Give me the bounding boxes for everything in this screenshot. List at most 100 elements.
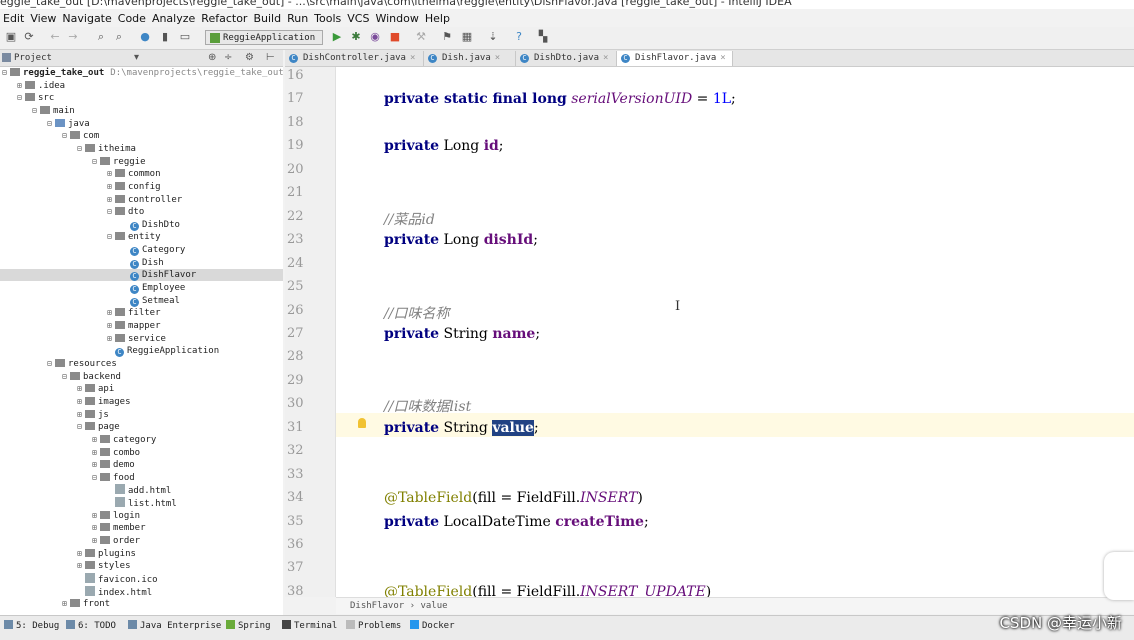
expand-icon[interactable]: ⊞ xyxy=(92,535,100,547)
expand-icon[interactable]: ⊞ xyxy=(77,560,85,572)
structure-icon[interactable]: ▮ xyxy=(158,30,172,44)
tree-node[interactable]: list.html xyxy=(0,497,283,509)
code-line[interactable]: private String value; xyxy=(384,419,539,436)
menu-vcs[interactable]: VCS xyxy=(344,9,372,25)
tree-node[interactable]: C Employee xyxy=(0,282,283,295)
editor-tab[interactable]: C DishFlavor.java × xyxy=(617,51,733,66)
close-icon[interactable]: × xyxy=(495,53,500,63)
tree-node[interactable]: ⊞ js xyxy=(0,409,283,421)
redo-icon[interactable]: → xyxy=(66,30,80,44)
tool-tab-java-enterprise[interactable]: Java Enterprise xyxy=(128,620,221,631)
tree-node[interactable]: ⊟ page xyxy=(0,421,283,433)
gear-icon[interactable]: ⚙ xyxy=(245,52,254,63)
tool-tab-debug[interactable]: 5: Debug xyxy=(4,620,59,631)
collapse-icon[interactable]: ⊟ xyxy=(77,143,85,155)
save-icon[interactable]: ▣ xyxy=(4,30,18,44)
code-line[interactable]: private Long dishId; xyxy=(384,232,538,248)
project-panel-title[interactable]: Project xyxy=(14,53,52,63)
tree-node[interactable]: C DishDto xyxy=(0,219,283,231)
expand-icon[interactable]: ⊞ xyxy=(92,434,100,446)
intention-bulb-icon[interactable] xyxy=(358,418,366,428)
expand-icon[interactable]: ⊞ xyxy=(92,459,100,471)
tool-tab-spring[interactable]: Spring xyxy=(226,620,271,631)
tool-tab-docker[interactable]: Docker xyxy=(410,620,455,631)
tree-node[interactable]: ⊞ styles xyxy=(0,560,283,572)
collapse-icon[interactable]: ⊟ xyxy=(77,421,85,433)
update-icon[interactable]: ⇣ xyxy=(486,30,500,44)
menu-code[interactable]: Code xyxy=(115,9,149,25)
tree-node[interactable]: ⊞ member xyxy=(0,522,283,534)
tree-node[interactable]: ⊞ config xyxy=(0,181,283,193)
locate-icon[interactable]: ⊕ xyxy=(208,52,216,63)
tree-node[interactable]: ⊞ api xyxy=(0,383,283,395)
editor-tab[interactable]: C Dish.java × xyxy=(424,51,516,66)
tree-node[interactable]: ⊟ entity xyxy=(0,231,283,243)
collapse-icon[interactable]: ⊟ xyxy=(2,67,10,79)
debug-icon[interactable]: ✱ xyxy=(349,30,363,44)
jrebel-icon[interactable]: ▚ xyxy=(536,30,550,44)
editor-tab[interactable]: C DishController.java × xyxy=(285,51,424,66)
code-line[interactable]: @TableField(fill = FieldFill.INSERT) xyxy=(384,490,643,506)
tree-node[interactable]: ⊞ mapper xyxy=(0,320,283,332)
run-configuration-select[interactable]: ReggieApplication ▾ xyxy=(205,30,323,58)
tree-node[interactable]: ⊟ itheima xyxy=(0,143,283,155)
tree-node[interactable]: favicon.ico xyxy=(0,573,283,585)
tool-tab-todo[interactable]: 6: TODO xyxy=(66,620,116,631)
tree-node[interactable]: C ReggieApplication xyxy=(0,345,283,358)
collapse-icon[interactable]: ⊟ xyxy=(107,206,115,218)
tree-node[interactable]: ⊞ login xyxy=(0,510,283,522)
expand-icon[interactable]: ⊞ xyxy=(107,333,115,345)
project-structure-icon[interactable]: ▭ xyxy=(178,30,192,44)
menu-build[interactable]: Build xyxy=(250,9,284,25)
menu-analyze[interactable]: Analyze xyxy=(149,9,198,25)
expand-icon[interactable]: ⊞ xyxy=(92,510,100,522)
tree-node[interactable]: ⊞ plugins xyxy=(0,548,283,560)
tree-node[interactable]: index.html xyxy=(0,585,283,598)
replace-icon[interactable]: ⌕ xyxy=(112,30,126,44)
run-icon[interactable]: ▶ xyxy=(330,30,344,44)
collapse-icon[interactable]: ⊟ xyxy=(92,472,100,484)
expand-icon[interactable]: ⊞ xyxy=(107,307,115,319)
menu-view[interactable]: View xyxy=(27,9,59,25)
code-line[interactable]: //口味名称 xyxy=(384,303,449,323)
code-line[interactable]: private Long id; xyxy=(384,138,504,154)
chevron-down-icon[interactable]: ▾ xyxy=(134,52,139,63)
editor-tab[interactable]: C DishDto.java × xyxy=(516,51,617,66)
tool-tab-terminal[interactable]: Terminal xyxy=(282,620,337,631)
expand-icon[interactable]: ⊞ xyxy=(92,522,100,534)
code-line[interactable]: @TableField(fill = FieldFill.INSERT_UPDA… xyxy=(384,584,711,597)
collapse-icon[interactable]: ⊟ xyxy=(92,156,100,168)
tree-node[interactable]: ⊟ backend xyxy=(0,371,283,383)
sdk-icon[interactable]: ▦ xyxy=(460,30,474,44)
tree-node[interactable]: ⊟ reggie xyxy=(0,156,283,168)
tree-node[interactable]: ⊞ combo xyxy=(0,447,283,459)
hide-icon[interactable]: ⊢ xyxy=(266,52,275,63)
collapse-icon[interactable]: ⊟ xyxy=(47,358,55,370)
code-line[interactable]: private String name; xyxy=(384,326,540,342)
tree-node[interactable]: C Dish xyxy=(0,257,283,269)
find-icon[interactable]: ⌕ xyxy=(94,30,108,44)
sync-icon[interactable]: ⟳ xyxy=(22,30,36,44)
tree-node[interactable]: ⊟ com xyxy=(0,130,283,142)
expand-icon[interactable]: ⊞ xyxy=(107,320,115,332)
collapse-icon[interactable]: ⊟ xyxy=(17,92,25,104)
tree-node[interactable]: ⊞ demo xyxy=(0,459,283,471)
class-icon[interactable]: ● xyxy=(138,30,152,44)
expand-icon[interactable]: ⊞ xyxy=(107,168,115,180)
stop-icon[interactable]: ■ xyxy=(388,30,402,44)
collapse-icon[interactable]: ⊟ xyxy=(47,118,55,130)
expand-icon[interactable]: ⊞ xyxy=(62,598,70,610)
collapse-icon[interactable]: ⊟ xyxy=(62,130,70,142)
code-line[interactable]: //口味数据list xyxy=(384,396,471,416)
menu-navigate[interactable]: Navigate xyxy=(59,9,114,25)
floating-widget[interactable] xyxy=(1104,552,1134,600)
vcs-icon[interactable]: ⚑ xyxy=(440,30,454,44)
coverage-icon[interactable]: ◉ xyxy=(368,30,382,44)
tree-node[interactable]: ⊟ src xyxy=(0,92,283,104)
tree-node[interactable]: ⊟ dto xyxy=(0,206,283,218)
tree-node[interactable]: ⊞ filter xyxy=(0,307,283,319)
expand-icon[interactable]: ⊞ xyxy=(77,396,85,408)
tree-node[interactable]: ⊟ resources xyxy=(0,358,283,370)
menu-help[interactable]: Help xyxy=(422,9,453,25)
menu-refactor[interactable]: Refactor xyxy=(198,9,250,25)
